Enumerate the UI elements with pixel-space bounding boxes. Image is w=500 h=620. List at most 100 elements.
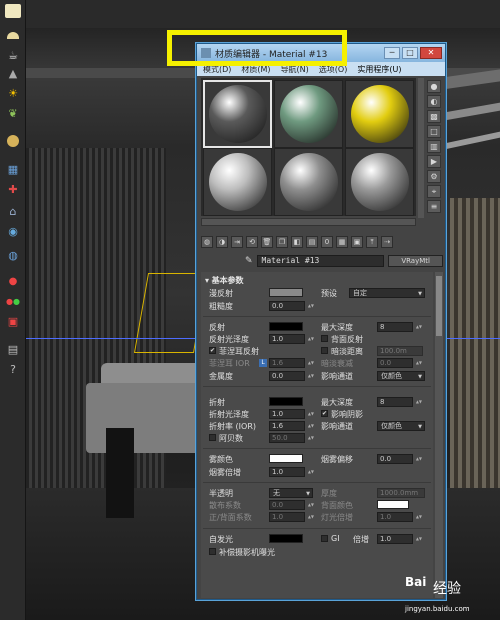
refract-max-depth-label: 最大深度 (321, 398, 353, 407)
sample-slot[interactable] (345, 80, 414, 148)
translucency-dropdown[interactable]: 无 (269, 488, 313, 498)
scatter-coeff-spinner[interactable]: 0.0 (269, 500, 314, 510)
assign-material-icon[interactable]: ⇥ (231, 236, 243, 248)
refract-swatch[interactable] (269, 397, 303, 406)
refract-gloss-spinner[interactable]: 1.0 (269, 409, 314, 419)
fog-bias-spinner[interactable]: 0.0 (377, 454, 422, 464)
maximize-button[interactable]: □ (402, 47, 418, 59)
material-sphere (350, 153, 409, 211)
grid-icon[interactable]: ▦ (5, 162, 21, 176)
fog-color-swatch[interactable] (269, 454, 303, 463)
diffuse-swatch[interactable] (269, 288, 303, 297)
metalness-spinner[interactable]: 0.0 (269, 371, 314, 381)
reflect-gloss-spinner[interactable]: 1.0 (269, 334, 314, 344)
sample-slot[interactable] (203, 148, 272, 216)
watermark: Bai 经验 jingyan.baidu.com (405, 575, 500, 615)
backlight-icon[interactable]: ◐ (427, 95, 441, 108)
abbe-checkbox[interactable] (209, 434, 216, 441)
reflect-swatch[interactable] (269, 322, 303, 331)
menu-utilities[interactable]: 实用程序(U) (357, 64, 401, 75)
sphere-icon[interactable] (5, 134, 21, 148)
material-id-icon[interactable]: 0 (321, 236, 333, 248)
cone-icon[interactable]: ▲ (5, 66, 21, 80)
compensate-exposure-checkbox[interactable] (209, 548, 216, 555)
globe-icon[interactable]: ◉ (5, 224, 21, 238)
scrollbar-thumb[interactable] (436, 276, 442, 336)
copy-material-icon[interactable]: ❐ (276, 236, 288, 248)
plant-icon[interactable]: ❦ (5, 106, 21, 120)
tree-icon[interactable]: ⌂ (5, 204, 21, 218)
uv-tiling-icon[interactable]: □ (427, 125, 441, 138)
eyedropper-icon[interactable]: ✎ (245, 256, 253, 266)
slots-horizontal-scrollbar[interactable] (201, 218, 416, 226)
slots-vertical-scrollbar[interactable] (418, 78, 424, 218)
sample-slot[interactable] (345, 148, 414, 216)
abbe-spinner[interactable]: 50.0 (269, 433, 314, 443)
fresnel-ior-lock-button[interactable]: L (259, 359, 267, 367)
params-scrollbar[interactable] (435, 272, 443, 598)
reflect-max-depth-label: 最大深度 (321, 323, 353, 332)
gi-checkbox[interactable] (321, 535, 328, 542)
dim-distance-checkbox[interactable] (321, 347, 328, 354)
refract-max-depth-spinner[interactable]: 8 (377, 397, 422, 407)
put-to-scene-icon[interactable]: ◑ (216, 236, 228, 248)
material-editor-icon[interactable]: ● (5, 274, 21, 288)
dim-falloff-spinner[interactable]: 0.0 (377, 358, 422, 368)
show-in-viewport-icon[interactable]: ▦ (336, 236, 348, 248)
thickness-field[interactable]: 1000.0mm (377, 488, 425, 498)
self-illum-swatch[interactable] (269, 534, 303, 543)
section-title[interactable]: ▾ 基本参数 (205, 275, 244, 286)
ior-spinner[interactable]: 1.6 (269, 421, 314, 431)
back-reflect-checkbox[interactable] (321, 335, 328, 342)
dim-distance-field[interactable]: 100.0m (377, 346, 423, 356)
fresnel-ior-spinner[interactable]: 1.6 (269, 358, 314, 368)
reflect-max-depth-spinner[interactable]: 8 (377, 322, 422, 332)
sample-slot[interactable] (274, 148, 343, 216)
unique-icon[interactable]: ◧ (291, 236, 303, 248)
render-frame-icon[interactable]: ▣ (5, 314, 21, 328)
color-dots-icon[interactable]: ● ● (5, 294, 21, 308)
sun-icon[interactable]: ☀ (5, 86, 21, 100)
select-by-material-icon[interactable]: ⌖ (427, 185, 441, 198)
fresnel-checkbox[interactable]: ✔ (209, 347, 216, 354)
material-navigator-icon[interactable]: ≡ (427, 200, 441, 213)
title-highlight-box (167, 30, 347, 66)
affect-channels-dropdown[interactable]: 仅颜色 (377, 371, 425, 381)
self-illum-multiplier-spinner[interactable]: 1.0 (377, 534, 422, 544)
fog-multiplier-spinner[interactable]: 1.0 (269, 467, 314, 477)
material-name-input[interactable]: Material #13 (256, 255, 385, 267)
show-end-result-icon[interactable]: ▣ (351, 236, 363, 248)
wrench-icon[interactable]: ✚ (5, 182, 21, 196)
reset-icon[interactable]: ⟲ (246, 236, 258, 248)
teapot-render-icon[interactable]: ◍ (5, 248, 21, 262)
material-sphere (208, 153, 267, 211)
background-icon[interactable]: ▩ (427, 110, 441, 123)
refract-affect-channels-dropdown[interactable]: 仅颜色 (377, 421, 425, 431)
minimize-button[interactable]: ─ (384, 47, 400, 59)
affect-shadows-checkbox[interactable]: ✔ (321, 410, 328, 417)
options-icon[interactable]: ⚙ (427, 170, 441, 183)
roughness-spinner[interactable]: 0.0 (269, 301, 314, 311)
delete-icon[interactable]: 🗑 (261, 236, 273, 248)
video-check-icon[interactable]: ▥ (427, 140, 441, 153)
sample-slot[interactable] (203, 80, 272, 148)
light-multiplier-spinner[interactable]: 1.0 (377, 512, 422, 522)
sample-type-icon[interactable]: ● (427, 80, 441, 93)
dome-icon[interactable] (5, 28, 21, 42)
close-button[interactable]: ✕ (420, 47, 442, 59)
get-material-icon[interactable]: ◍ (201, 236, 213, 248)
rectangle-icon[interactable] (5, 4, 21, 18)
teapot-icon[interactable]: ☕ (5, 48, 21, 62)
material-type-button[interactable]: VRayMtl (388, 255, 443, 267)
clipboard-icon[interactable]: ▤ (5, 342, 21, 356)
ior-label: 折射率 (IOR) (209, 422, 256, 431)
preset-dropdown[interactable]: 自定 (349, 288, 425, 298)
go-forward-icon[interactable]: ⇢ (381, 236, 393, 248)
put-to-library-icon[interactable]: ▤ (306, 236, 318, 248)
back-color-swatch[interactable] (377, 500, 409, 509)
go-to-parent-icon[interactable]: ⤒ (366, 236, 378, 248)
fwd-back-coeff-spinner[interactable]: 1.0 (269, 512, 314, 522)
help-icon[interactable]: ? (5, 362, 21, 376)
sample-slot[interactable] (274, 80, 343, 148)
make-preview-icon[interactable]: ▶ (427, 155, 441, 168)
